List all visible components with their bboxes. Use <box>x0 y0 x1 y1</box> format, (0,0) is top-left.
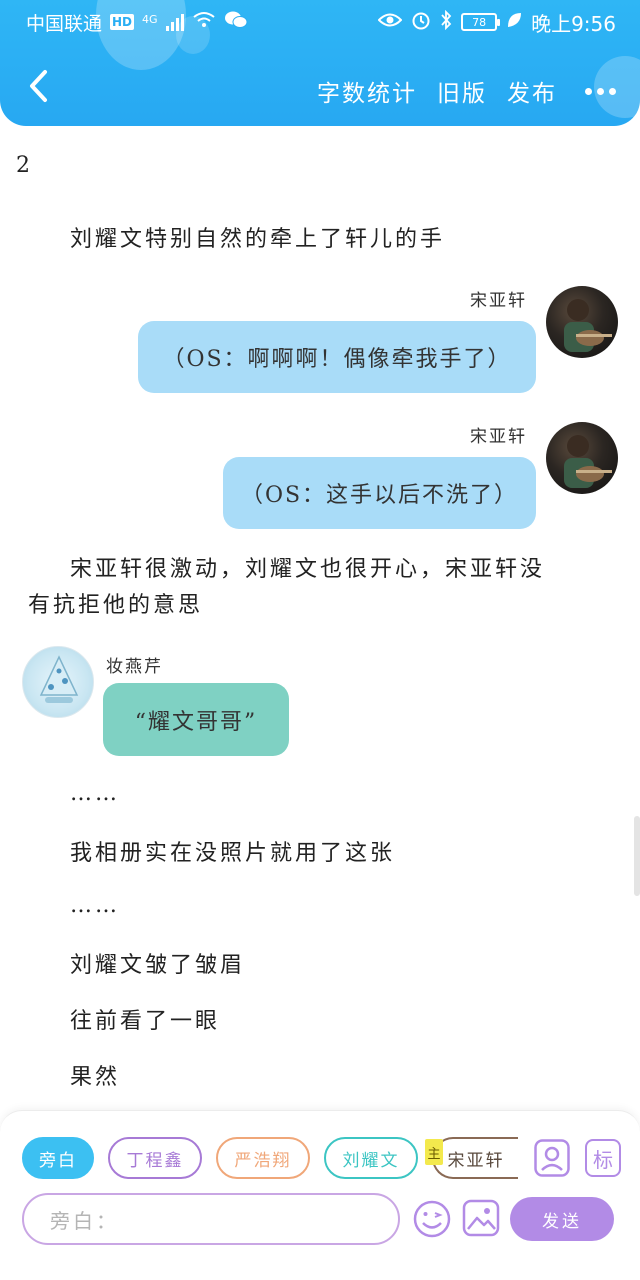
tag-icon-label: 标 <box>593 1147 613 1172</box>
role-chip-liu[interactable]: 刘耀文 <box>324 1137 418 1179</box>
avatar <box>22 646 94 718</box>
input-placeholder: 旁白： <box>50 1208 119 1233</box>
send-button[interactable]: 发送 <box>510 1197 614 1241</box>
wifi-icon <box>192 11 216 34</box>
battery-level: 78 <box>472 15 487 29</box>
leaf-icon <box>506 11 522 34</box>
eye-icon <box>377 11 403 33</box>
network-type: 4G <box>142 12 158 26</box>
main-character-tag: 主 <box>425 1139 443 1165</box>
add-character-button[interactable] <box>534 1139 570 1177</box>
signal-icon <box>165 13 184 31</box>
character-name: 妆燕芹 <box>106 657 163 677</box>
bluetooth-icon <box>440 9 452 35</box>
wechat-icon <box>224 10 248 35</box>
word-count-button[interactable]: 字数统计 <box>317 74 417 108</box>
guitar-person-icon <box>564 435 612 488</box>
nav-actions: 字数统计 旧版 发布 <box>317 74 616 108</box>
input-panel: 旁白 丁程鑫 严浩翔 刘耀文 宋亚轩 主 标 旁白： 发送 <box>0 1110 640 1280</box>
app-header: 中国联通 HD 4G 78 晚上9:56 字数统计 旧版 发布 <box>0 0 640 126</box>
guitar-person-icon <box>564 299 612 352</box>
image-button[interactable] <box>462 1199 500 1237</box>
back-button[interactable] <box>16 66 60 110</box>
ellipsis-line[interactable]: …… <box>70 776 120 812</box>
chapter-number: 2 <box>16 153 33 178</box>
narration-line[interactable]: 我相册实在没照片就用了这张 <box>70 836 395 872</box>
narration-line[interactable]: 宋亚轩很激动，刘耀文也很开心，宋亚轩没 <box>70 552 545 588</box>
ellipsis-line[interactable]: …… <box>70 888 120 924</box>
dialogue-bubble[interactable]: “耀文哥哥” <box>103 683 289 756</box>
dialogue-bubble[interactable]: （OS：这手以后不洗了） <box>223 457 536 529</box>
emoji-button[interactable] <box>412 1199 452 1239</box>
narration-line[interactable]: 果然 <box>70 1060 120 1096</box>
publish-button[interactable]: 发布 <box>507 74 557 108</box>
add-character-icon <box>534 1139 570 1177</box>
old-version-button[interactable]: 旧版 <box>437 74 487 108</box>
chevron-left-icon <box>27 69 49 107</box>
character-name: 宋亚轩 <box>470 427 527 447</box>
tag-button[interactable]: 标 <box>585 1139 621 1177</box>
narration-line[interactable]: 刘耀文皱了皱眉 <box>70 948 245 984</box>
role-chip-narrator[interactable]: 旁白 <box>22 1137 94 1179</box>
narration-line[interactable]: 往前看了一眼 <box>70 1004 220 1040</box>
avatar <box>546 422 618 494</box>
cartoon-tree-icon <box>39 655 79 703</box>
role-chip-yan[interactable]: 严浩翔 <box>216 1137 310 1179</box>
hd-badge: HD <box>110 14 135 30</box>
role-chip-ding[interactable]: 丁程鑫 <box>108 1137 202 1179</box>
avatar <box>546 286 618 358</box>
carrier-label: 中国联通 <box>26 12 103 35</box>
more-dots-icon[interactable] <box>585 87 616 95</box>
nav-bar: 字数统计 旧版 发布 <box>0 58 640 126</box>
narration-line[interactable]: 有抗拒他的意思 <box>28 588 203 624</box>
narration-line[interactable]: 刘耀文特别自然的牵上了轩儿的手 <box>70 222 445 258</box>
battery-icon: 78 <box>461 13 501 31</box>
scrollbar[interactable] <box>634 816 640 896</box>
status-bar: 中国联通 HD 4G 78 晚上9:56 <box>0 0 640 44</box>
clock-time: 晚上9:56 <box>531 11 616 36</box>
image-icon <box>462 1199 500 1237</box>
character-name: 宋亚轩 <box>470 291 527 311</box>
wink-emoji-icon <box>413 1200 451 1238</box>
story-content[interactable]: 2 刘耀文特别自然的牵上了轩儿的手 宋亚轩 （OS：啊啊啊！偶像牵我手了） 宋亚… <box>0 126 640 1110</box>
message-input[interactable]: 旁白： <box>22 1193 400 1245</box>
alarm-icon <box>411 10 431 35</box>
role-chip-song[interactable]: 宋亚轩 <box>432 1137 518 1179</box>
dialogue-bubble[interactable]: （OS：啊啊啊！偶像牵我手了） <box>138 321 536 393</box>
